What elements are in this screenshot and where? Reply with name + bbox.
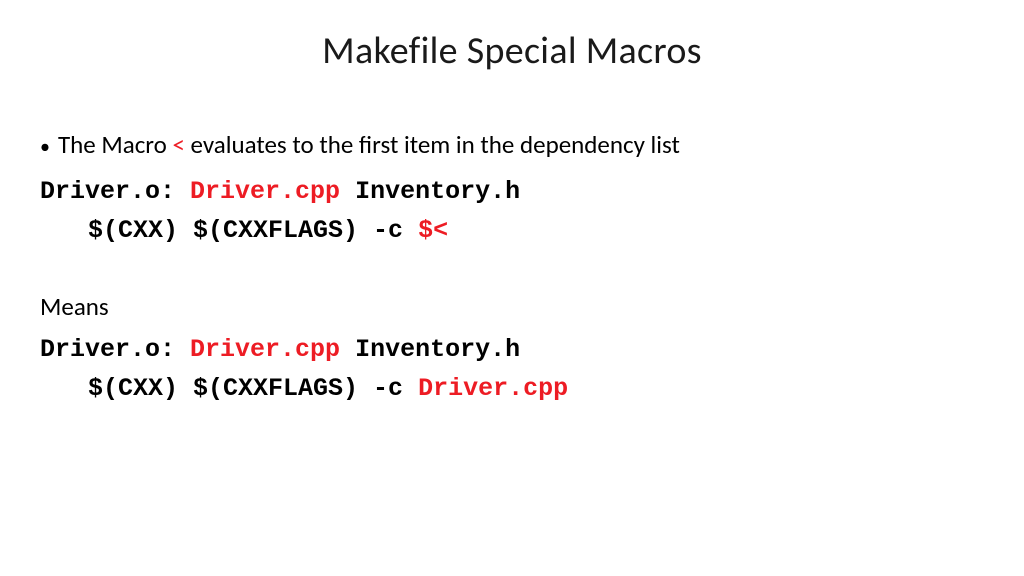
bullet-pre: The Macro (58, 129, 172, 160)
slide-content: • The Macro < evaluates to the first ite… (40, 126, 984, 409)
bullet-item: • The Macro < evaluates to the first ite… (40, 126, 984, 165)
bullet-marker: • (40, 133, 50, 161)
bullet-text: The Macro < evaluates to the first item … (58, 126, 680, 165)
code-line-1b: $(CXX) $(CXXFLAGS) -c $< (88, 212, 984, 251)
macro-symbol: < (172, 129, 184, 160)
code-line-2a: Driver.o: Driver.cpp Inventory.h (40, 331, 984, 370)
means-label: Means (40, 288, 984, 327)
code-rest-deps: Inventory.h (340, 177, 520, 206)
code-compile: $(CXX) $(CXXFLAGS) -c (88, 216, 418, 245)
bullet-post: evaluates to the first item in the depen… (185, 129, 680, 160)
code-first-dep: Driver.cpp (190, 177, 340, 206)
code-rest-deps-2: Inventory.h (340, 335, 520, 364)
code-compile-2: $(CXX) $(CXXFLAGS) -c (88, 374, 418, 403)
code-target: Driver.o: (40, 177, 190, 206)
slide-title: Makefile Special Macros (40, 28, 984, 74)
code-first-dep-2: Driver.cpp (190, 335, 340, 364)
code-line-1a: Driver.o: Driver.cpp Inventory.h (40, 173, 984, 212)
code-line-2b: $(CXX) $(CXXFLAGS) -c Driver.cpp (88, 370, 984, 409)
code-macro-use: $< (418, 216, 448, 245)
code-target-2: Driver.o: (40, 335, 190, 364)
code-expanded: Driver.cpp (418, 374, 568, 403)
